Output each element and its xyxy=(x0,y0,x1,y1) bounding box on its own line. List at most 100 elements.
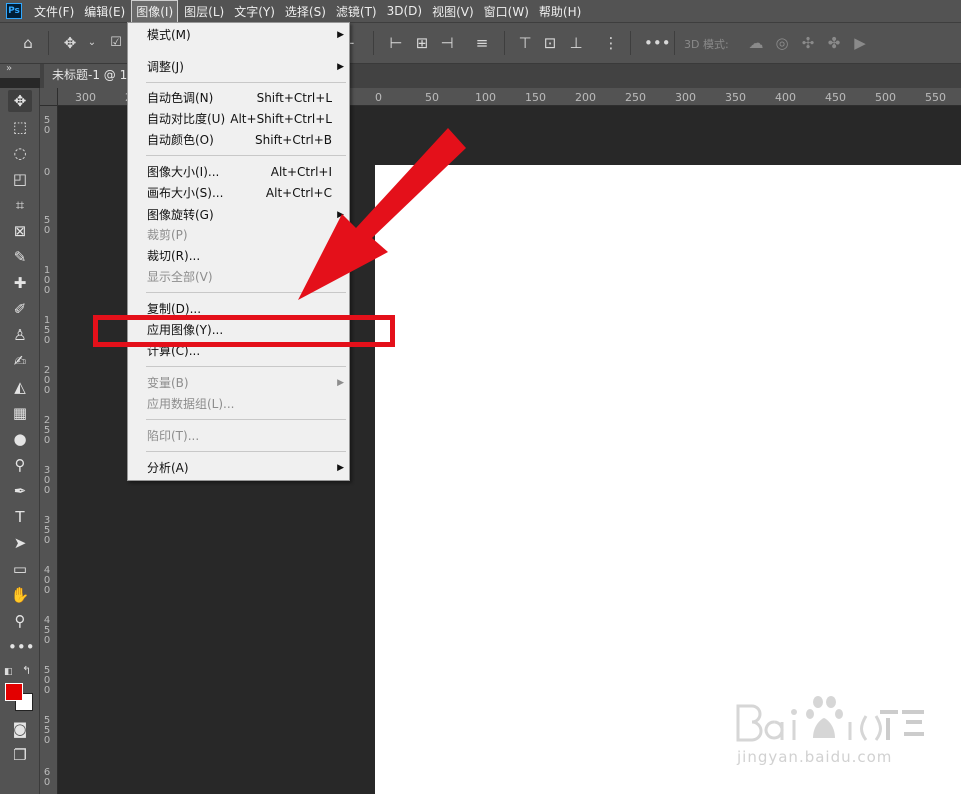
document-canvas[interactable] xyxy=(375,165,961,794)
move-tool-icon[interactable]: ✥ xyxy=(8,90,32,112)
align-top-icon[interactable]: ⊤ xyxy=(515,33,535,53)
rectangle-tool-icon[interactable]: ▭ xyxy=(8,558,32,580)
ruler-label: 5 5 0 xyxy=(43,715,51,746)
menu-item-label: 图像大小(I)... xyxy=(147,165,220,179)
eraser-tool-icon[interactable]: ◭ xyxy=(8,376,32,398)
document-tab[interactable]: 未标题-1 @ 10 xyxy=(44,64,134,88)
submenu-arrow-icon: ▶ xyxy=(337,463,344,473)
ruler-label: 150 xyxy=(525,91,546,104)
eyedropper-tool-icon[interactable]: ✎ xyxy=(8,246,32,268)
menu-window[interactable]: 窗口(W) xyxy=(480,1,533,22)
menu-image[interactable]: 图像(I) xyxy=(131,0,179,23)
chevron-down-icon[interactable]: ⌄ xyxy=(82,33,102,53)
menu-separator xyxy=(146,366,346,367)
menu-item-duplicate[interactable]: 复制(D)... xyxy=(128,299,349,319)
menu-item-trap: 陷印(T)... xyxy=(128,426,349,446)
ruler-label: 350 xyxy=(725,91,746,104)
path-selection-tool-icon[interactable]: ➤ xyxy=(8,532,32,554)
blur-tool-icon[interactable]: ● xyxy=(8,428,32,450)
gradient-tool-icon[interactable]: ▦ xyxy=(8,402,32,424)
pen-tool-icon[interactable]: ✒ xyxy=(8,480,32,502)
hand-tool-icon[interactable]: ✋ xyxy=(8,584,32,606)
menu-file[interactable]: 文件(F) xyxy=(30,1,78,22)
default-colors-icon[interactable]: ◧ xyxy=(4,666,16,678)
foreground-color-swatch[interactable] xyxy=(5,683,23,701)
distribute-vertical-icon[interactable]: ⋮ xyxy=(601,33,621,53)
menu-item-canvas-size[interactable]: 画布大小(S)... Alt+Ctrl+C xyxy=(128,183,349,203)
menu-item-label: 图像旋转(G) xyxy=(147,208,214,222)
auto-select-checkbox[interactable]: ☑ xyxy=(106,33,126,53)
brush-tool-icon[interactable]: ✐ xyxy=(8,298,32,320)
menu-filter[interactable]: 滤镜(T) xyxy=(332,1,381,22)
home-icon[interactable]: ⌂ xyxy=(18,33,38,53)
menu-select[interactable]: 选择(S) xyxy=(281,1,330,22)
options-divider xyxy=(504,31,505,55)
clone-stamp-tool-icon[interactable]: ♙ xyxy=(8,324,32,346)
options-divider xyxy=(674,31,675,55)
align-center-icon[interactable]: ⊞ xyxy=(412,33,432,53)
edit-toolbar-icon[interactable]: ••• xyxy=(8,636,35,658)
menu-shortcut: Alt+Ctrl+C xyxy=(265,186,332,200)
ruler-label: 550 xyxy=(925,91,946,104)
align-bottom-icon[interactable]: ⊥ xyxy=(566,33,586,53)
more-options-icon[interactable]: ••• xyxy=(644,33,671,53)
slide-3d-icon[interactable]: ✤ xyxy=(824,33,844,53)
move-tool-icon[interactable]: ✥ xyxy=(60,33,80,53)
marquee-tool-icon[interactable]: ⬚ xyxy=(8,116,32,138)
collapse-panels-icon[interactable]: » xyxy=(0,64,40,78)
menu-shortcut: Alt+Shift+Ctrl+L xyxy=(230,112,332,126)
type-tool-icon[interactable]: T xyxy=(8,506,32,528)
roll-3d-icon[interactable]: ◎ xyxy=(772,33,792,53)
menu-item-auto-contrast[interactable]: 自动对比度(U) Alt+Shift+Ctrl+L xyxy=(128,109,349,129)
menu-view[interactable]: 视图(V) xyxy=(428,1,478,22)
quick-select-tool-icon[interactable]: ◰ xyxy=(8,168,32,190)
orbit-3d-icon[interactable]: ☁ xyxy=(746,33,766,53)
menu-item-calculations[interactable]: 计算(C)... xyxy=(128,341,349,361)
options-divider xyxy=(373,31,374,55)
menu-item-label: 裁切(R)... xyxy=(147,249,201,263)
quick-mask-icon[interactable]: ◙ xyxy=(8,718,32,740)
options-divider xyxy=(630,31,631,55)
menu-item-analysis[interactable]: 分析(A) ▶ xyxy=(128,458,349,478)
menu-help[interactable]: 帮助(H) xyxy=(535,1,585,22)
menu-item-label: 分析(A) xyxy=(147,461,189,475)
ruler-label: 100 xyxy=(475,91,496,104)
menu-edit[interactable]: 编辑(E) xyxy=(80,1,129,22)
swap-colors-icon[interactable]: ↰ xyxy=(22,664,31,677)
menu-type[interactable]: 文字(Y) xyxy=(230,1,279,22)
menu-3d[interactable]: 3D(D) xyxy=(383,2,426,20)
frame-tool-icon[interactable]: ⊠ xyxy=(8,220,32,242)
ruler-label: 1 0 0 xyxy=(43,265,51,296)
screen-mode-icon[interactable]: ❐ xyxy=(8,744,32,766)
zoom-tool-icon[interactable]: ⚲ xyxy=(8,610,32,632)
menu-item-adjustments[interactable]: 调整(J) ▶ xyxy=(128,57,349,77)
pan-3d-icon[interactable]: ✣ xyxy=(798,33,818,53)
menu-item-label: 调整(J) xyxy=(147,60,184,74)
distribute-icon[interactable]: ≡ xyxy=(472,33,492,53)
menu-item-label: 陷印(T)... xyxy=(147,429,200,443)
align-right-icon[interactable]: ⊣ xyxy=(437,33,457,53)
menu-item-image-rotation[interactable]: 图像旋转(G) ▶ xyxy=(128,205,349,225)
align-left-icon[interactable]: ⊢ xyxy=(386,33,406,53)
menu-separator xyxy=(146,155,346,156)
lasso-tool-icon[interactable]: ◌ xyxy=(8,142,32,164)
menu-item-apply-image[interactable]: 应用图像(Y)... xyxy=(128,320,349,340)
ruler-label: 200 xyxy=(575,91,596,104)
history-brush-tool-icon[interactable]: ✍ xyxy=(8,350,32,372)
menu-item-trim[interactable]: 裁切(R)... xyxy=(128,246,349,266)
menu-item-auto-color[interactable]: 自动颜色(O) Shift+Ctrl+B xyxy=(128,130,349,150)
vertical-ruler[interactable]: 5 0 0 5 0 1 0 0 1 5 0 2 0 0 2 5 0 3 0 0 … xyxy=(40,106,58,794)
healing-brush-tool-icon[interactable]: ✚ xyxy=(8,272,32,294)
scale-3d-icon[interactable]: ▶ xyxy=(850,33,870,53)
menu-item-auto-tone[interactable]: 自动色调(N) Shift+Ctrl+L xyxy=(128,88,349,108)
menu-separator xyxy=(146,451,346,452)
menu-layer[interactable]: 图层(L) xyxy=(180,1,228,22)
menu-item-image-size[interactable]: 图像大小(I)... Alt+Ctrl+I xyxy=(128,162,349,182)
ruler-label: 3 5 0 xyxy=(43,515,51,546)
crop-tool-icon[interactable]: ⌗ xyxy=(8,194,32,216)
align-middle-icon[interactable]: ⊡ xyxy=(540,33,560,53)
dodge-tool-icon[interactable]: ⚲ xyxy=(8,454,32,476)
ruler-origin[interactable] xyxy=(40,88,58,106)
tools-panel: ✥ ⬚ ◌ ◰ ⌗ ⊠ ✎ ✚ ✐ ♙ ✍ ◭ ▦ ● ⚲ ✒ T ➤ ▭ ✋ … xyxy=(0,88,40,794)
menu-item-mode[interactable]: 模式(M) ▶ xyxy=(128,25,349,45)
